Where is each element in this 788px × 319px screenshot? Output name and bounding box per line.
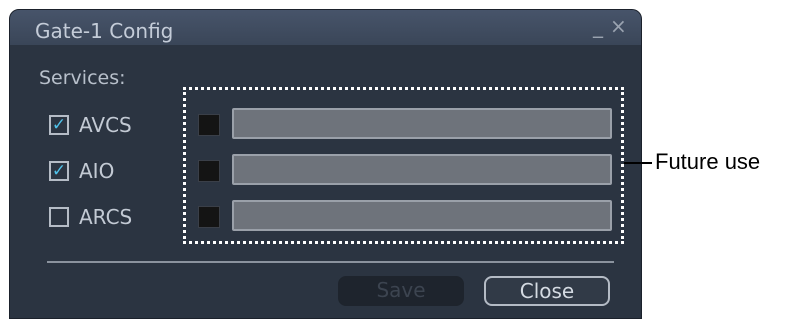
services-label: Services:	[39, 67, 126, 89]
minimize-icon[interactable]: _	[593, 16, 603, 36]
service-aio[interactable]: ✓ AIO	[49, 158, 114, 184]
close-icon[interactable]: ×	[610, 16, 627, 36]
avcs-checkbox[interactable]: ✓	[49, 115, 69, 135]
future-use-outline	[183, 87, 624, 244]
callout-leader-line	[624, 162, 652, 164]
check-icon: ✓	[51, 114, 67, 135]
save-button[interactable]: Save	[338, 276, 464, 306]
future-use-callout: Future use	[655, 149, 761, 174]
close-button[interactable]: Close	[484, 276, 610, 306]
title-bar: Gate-1 Config _ ×	[10, 10, 641, 45]
aio-checkbox[interactable]: ✓	[49, 161, 69, 181]
aio-label: AIO	[79, 159, 115, 183]
check-icon: ✓	[51, 160, 67, 181]
arcs-checkbox[interactable]	[49, 207, 69, 227]
separator	[47, 261, 614, 263]
arcs-label: ARCS	[79, 205, 133, 229]
dialog-title: Gate-1 Config	[35, 19, 174, 43]
service-avcs[interactable]: ✓ AVCS	[49, 112, 132, 138]
service-arcs[interactable]: ARCS	[49, 204, 132, 230]
avcs-label: AVCS	[79, 113, 132, 137]
